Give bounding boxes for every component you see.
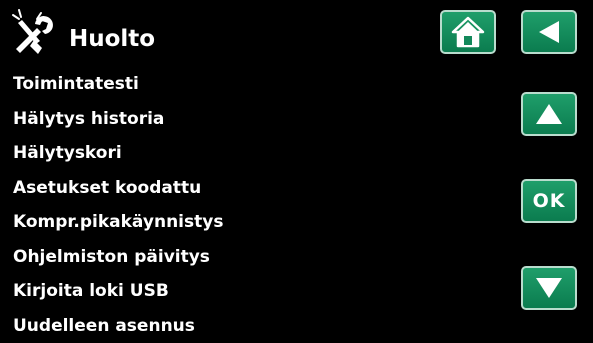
menu-item-asetukset-koodattu[interactable]: Asetukset koodattu [13,171,493,206]
menu-item-ohjelmiston-paivitys[interactable]: Ohjelmiston päivitys [13,240,493,275]
scroll-down-button[interactable] [521,266,577,310]
page-title: Huolto [69,24,155,54]
menu-item-toimintatesti[interactable]: Toimintatesti [13,67,493,102]
menu-item-kompr-pikakaynnistys[interactable]: Kompr.pikakäynnistys [13,205,493,240]
back-arrow-icon [535,18,563,46]
scroll-up-button[interactable] [521,92,577,136]
home-button[interactable] [440,10,496,54]
service-menu: Toimintatesti Hälytys historia Hälytysko… [13,67,493,343]
menu-item-uudelleen-asennus[interactable]: Uudelleen asennus [13,309,493,343]
arrow-down-icon [534,275,564,301]
ok-button[interactable]: OK [521,179,577,223]
menu-item-halytyskori[interactable]: Hälytyskori [13,136,493,171]
menu-item-halytys-historia[interactable]: Hälytys historia [13,102,493,137]
home-icon [451,15,485,49]
arrow-up-icon [534,101,564,127]
back-button[interactable] [521,10,577,54]
tools-icon [10,7,62,59]
menu-item-kirjoita-loki-usb[interactable]: Kirjoita loki USB [13,274,493,309]
ok-label: OK [533,190,566,212]
